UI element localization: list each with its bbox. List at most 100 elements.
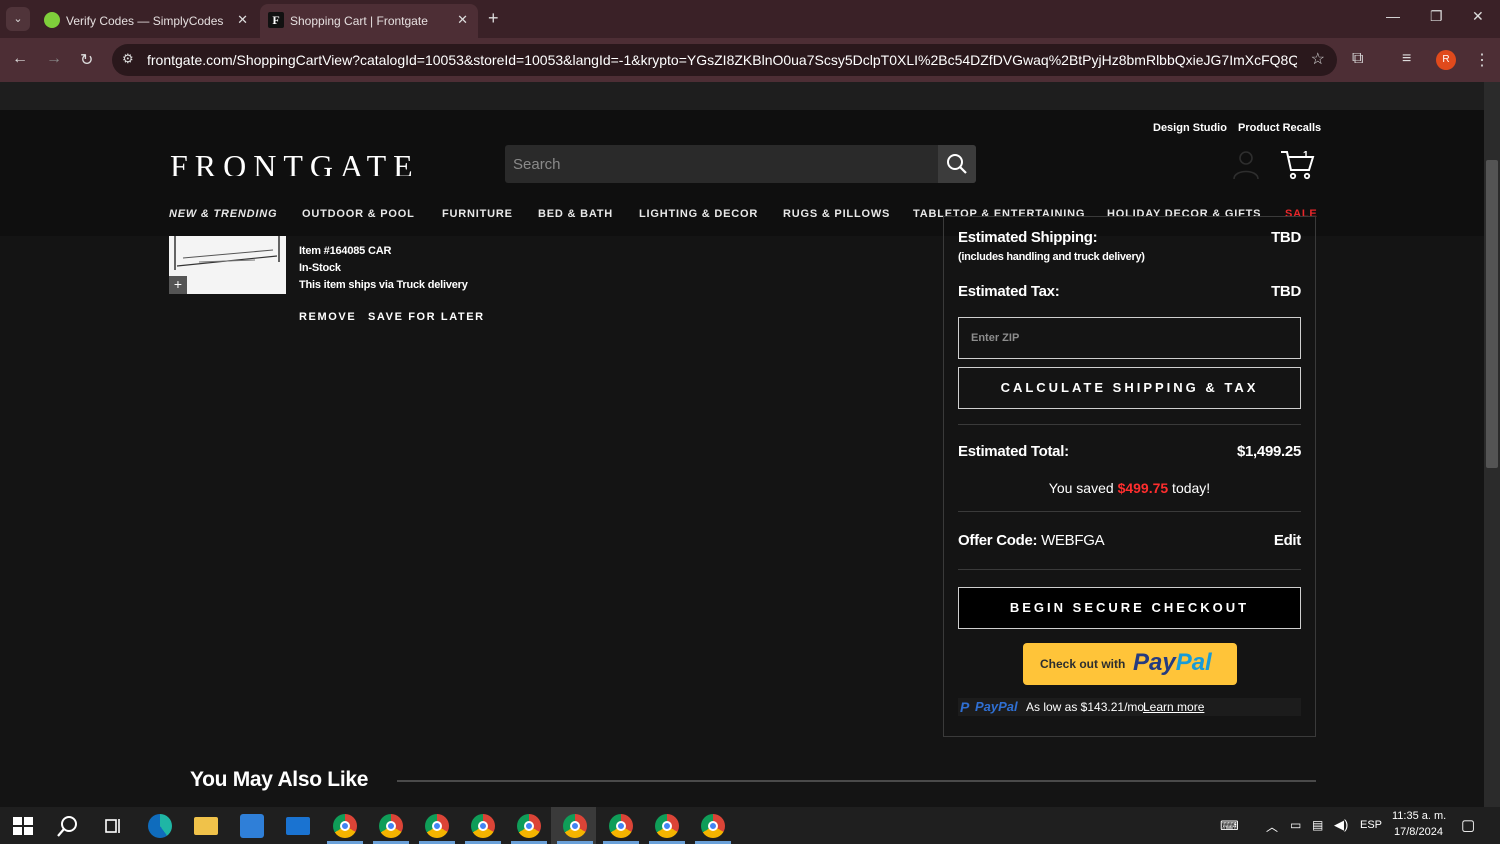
begin-secure-checkout-button[interactable]: BEGIN SECURE CHECKOUT [958,587,1301,629]
item-number: Item #164085 CAR [299,245,392,257]
volume-icon[interactable]: ◀) [1334,817,1348,833]
paypal-icon: P [960,699,970,715]
restore-icon[interactable]: ❐ [1430,8,1443,25]
save-for-later-link[interactable]: SAVE FOR LATER [368,311,485,323]
nav-furniture[interactable]: FURNITURE [442,208,513,220]
minimize-icon[interactable]: — [1386,8,1400,24]
paypal-prefix: Check out with [1040,657,1126,671]
forward-icon[interactable]: → [46,50,62,68]
close-tab-icon[interactable]: ✕ [457,12,468,28]
saved-suffix: today! [1168,480,1211,496]
search-icon[interactable] [56,814,80,838]
learn-more-link[interactable]: Learn more [1143,700,1204,714]
total-value: $1,499.25 [1236,443,1301,460]
mail-icon[interactable] [286,817,310,835]
battery-icon[interactable]: ▭ [1290,818,1301,832]
chrome-profile-icon[interactable] [379,814,403,838]
ships-prefix: This item ships via [299,279,397,291]
language-indicator[interactable]: ESP [1360,819,1382,831]
profile-avatar[interactable]: R [1436,50,1456,70]
tab-simplycodes[interactable]: Verify Codes — SimplyCodes ✕ [36,4,258,38]
cart-count-badge: 1 [1303,150,1309,161]
search-input[interactable]: Search [513,156,561,173]
nav-bed-bath[interactable]: BED & BATH [538,208,613,220]
shipping-value: TBD [1271,229,1301,246]
browser-tab-bar: ⌄ Verify Codes — SimplyCodes ✕ F Shoppin… [0,0,1500,38]
task-view-icon[interactable] [102,814,126,838]
you-may-also-like-heading: You May Also Like [190,768,369,791]
close-window-icon[interactable]: ✕ [1472,8,1484,25]
paypal-checkout-button[interactable]: Check out with PayPal [1023,643,1237,685]
chrome-profile-icon[interactable] [655,814,679,838]
nav-outdoor-pool[interactable]: OUTDOOR & POOL [302,208,415,220]
tax-label: Estimated Tax: [958,283,1060,300]
shipping-row: Estimated Shipping: TBD [958,229,1301,246]
reload-icon[interactable]: ↻ [80,50,93,70]
address-bar[interactable]: ⚙ frontgate.com/ShoppingCartView?catalog… [112,44,1337,76]
chrome-profile-icon[interactable] [563,814,587,838]
expand-image-icon[interactable]: + [169,276,187,294]
notifications-icon[interactable]: ▢ [1461,816,1475,834]
site-settings-icon[interactable]: ⚙ [122,51,134,67]
total-label: Estimated Total: [958,443,1069,460]
network-icon[interactable]: ▤ [1312,818,1323,832]
savings-message: You saved $499.75 today! [958,480,1301,496]
scrollbar-thumb[interactable] [1486,160,1498,468]
keyboard-icon[interactable]: ⌨ [1220,818,1239,834]
frontgate-logo[interactable]: FRONTGATE [170,146,450,176]
url-text[interactable]: frontgate.com/ShoppingCartView?catalogId… [147,52,1297,68]
chevron-up-icon[interactable]: ︿ [1266,818,1278,835]
windows-start-icon[interactable] [11,814,35,838]
design-studio-link[interactable]: Design Studio [1153,122,1227,134]
shipping-method: This item ships via Truck delivery [299,279,468,291]
pay-later-text: As low as $143.21/mo. [1026,700,1148,714]
chrome-profile-icon[interactable] [333,814,357,838]
nav-rugs-pillows[interactable]: RUGS & PILLOWS [783,208,890,220]
file-explorer-icon[interactable] [194,817,218,835]
nav-new-trending[interactable]: NEW & TRENDING [169,208,277,220]
offer-code: WEBFGA [1041,532,1105,549]
chrome-profile-icon[interactable] [517,814,541,838]
account-icon[interactable] [1232,148,1260,180]
offer-code-row: Offer Code: WEBFGA Edit [958,532,1301,549]
close-tab-icon[interactable]: ✕ [237,12,248,28]
tax-row: Estimated Tax: TBD [958,283,1301,300]
divider [958,569,1301,570]
tab-title: Shopping Cart | Frontgate [290,14,428,28]
offer-label: Offer Code: [958,532,1038,549]
chrome-profile-icon[interactable] [609,814,633,838]
browser-toolbar: ← → ↻ ⚙ frontgate.com/ShoppingCartView?c… [0,38,1500,82]
tab-search-dropdown[interactable]: ⌄ [6,7,30,31]
media-control-icon[interactable]: ≡ [1402,50,1411,68]
zip-input[interactable] [958,317,1301,359]
chrome-profile-icon[interactable] [471,814,495,838]
nav-lighting-decor[interactable]: LIGHTING & DECOR [639,208,758,220]
calculate-shipping-tax-button[interactable]: CALCULATE SHIPPING & TAX [958,367,1301,409]
total-row: Estimated Total: $1,499.25 [958,443,1301,460]
back-icon[interactable]: ← [12,50,28,68]
page-top-spacer [0,82,1484,110]
microsoft-store-icon[interactable] [240,814,264,838]
new-tab-icon[interactable]: + [488,8,499,29]
tab-shopping-cart[interactable]: F Shopping Cart | Frontgate ✕ [260,4,478,38]
cart-content: + Item #164085 CAR In-Stock This item sh… [0,216,1484,807]
cart-icon[interactable] [1280,148,1316,182]
search-button[interactable] [938,145,976,183]
paypal-logo: PayPal [1133,649,1212,677]
product-recalls-link[interactable]: Product Recalls [1238,122,1321,134]
bookmark-star-icon[interactable]: ☆ [1311,49,1325,69]
chrome-profile-icon[interactable] [701,814,725,838]
edge-browser-icon[interactable] [148,814,172,838]
menu-kebab-icon[interactable]: ⋮ [1474,50,1490,70]
search-bar[interactable]: Search [505,145,976,183]
shipping-label: Estimated Shipping: [958,229,1098,246]
ships-method: Truck delivery [396,279,468,291]
chrome-profile-icon[interactable] [425,814,449,838]
remove-link[interactable]: REMOVE [299,311,356,323]
clock-time[interactable]: 11:35 a. m. [1392,810,1446,822]
clock-date[interactable]: 17/8/2024 [1394,826,1443,838]
paypal-logo-pay: Pay [1133,649,1176,676]
stock-status: In-Stock [299,262,341,274]
edit-offer-link[interactable]: Edit [1274,532,1301,549]
extensions-icon[interactable]: ⧉ [1352,50,1363,68]
